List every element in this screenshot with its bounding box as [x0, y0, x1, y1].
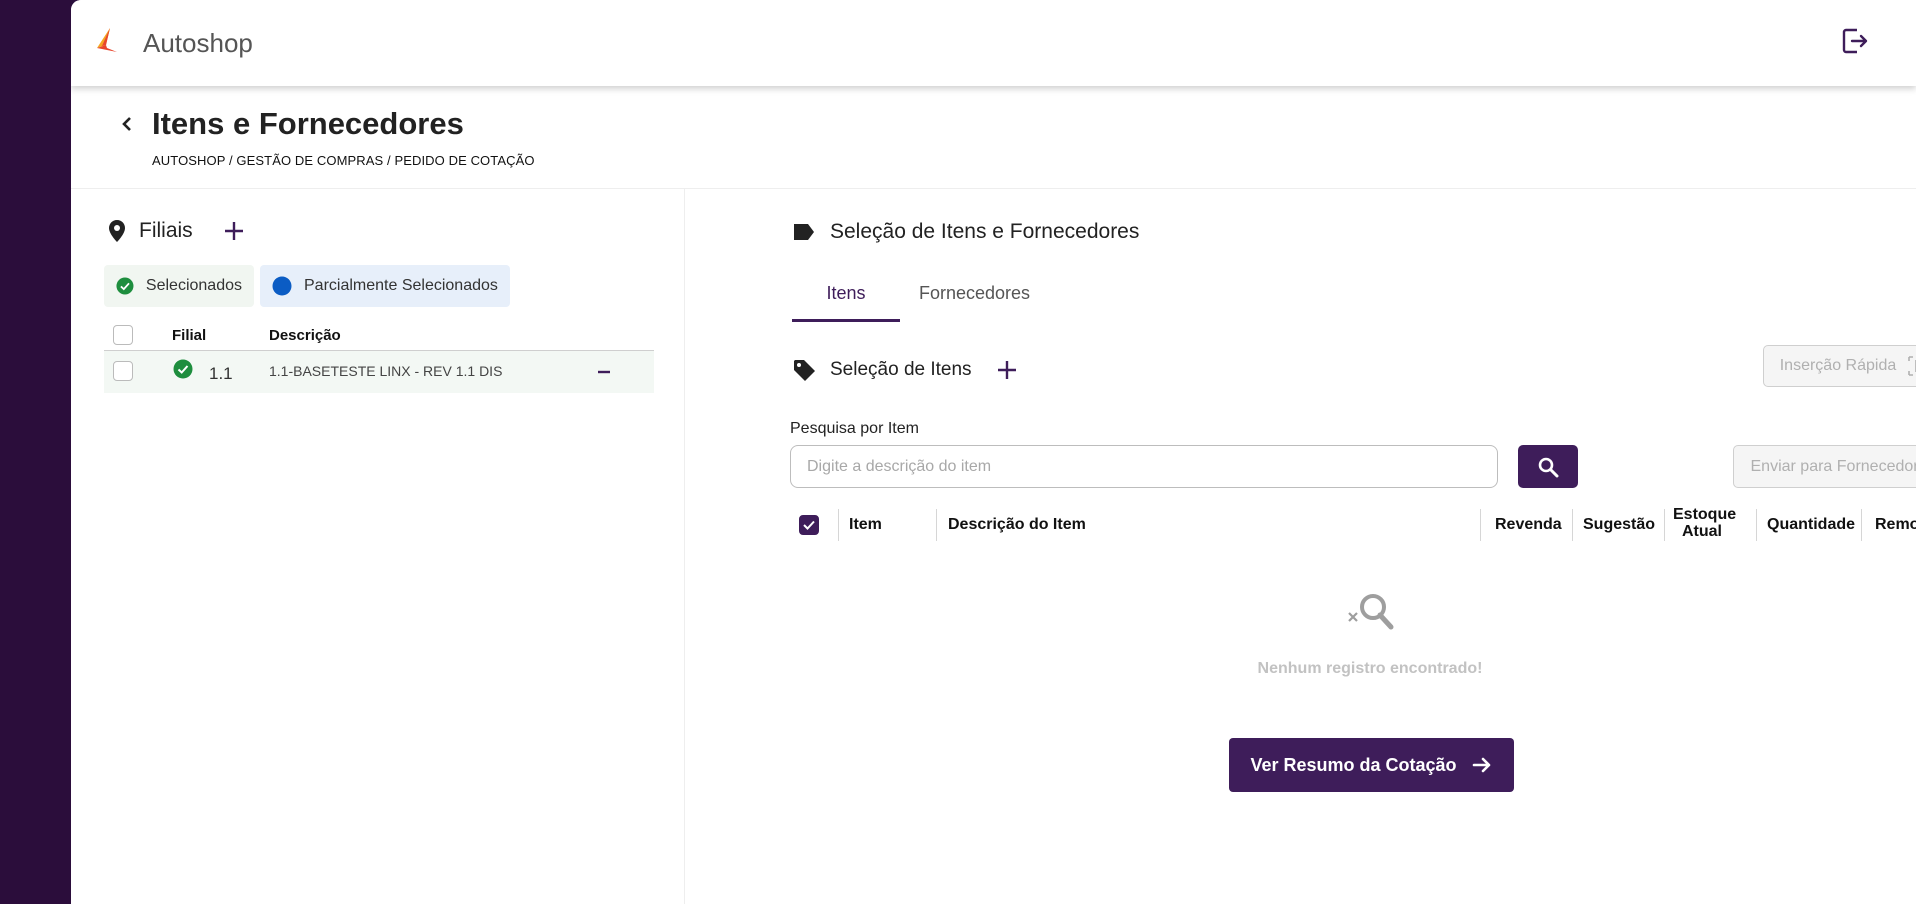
col-descricao: Descrição [269, 327, 341, 344]
column-separator [1756, 509, 1757, 541]
add-filial-icon[interactable] [223, 220, 245, 242]
select-all-items-checkbox[interactable] [799, 515, 819, 535]
app-title: Autoshop [143, 28, 253, 58]
selection-header: Seleção de Itens e Fornecedores [792, 220, 1139, 244]
column-separator [1480, 509, 1481, 541]
location-pin-icon [109, 220, 125, 242]
page-header: Itens e Fornecedores AUTOSHOP / GESTÃO D… [71, 86, 1916, 189]
column-separator [1861, 509, 1862, 541]
search-button[interactable] [1518, 445, 1578, 488]
logout-icon[interactable] [1840, 26, 1870, 56]
col-revenda: Revenda [1495, 516, 1562, 533]
tag-icon [794, 360, 815, 381]
filiais-header: Filiais [107, 219, 245, 243]
top-bar: Autoshop [71, 0, 1916, 86]
tab-itens[interactable]: Itens [792, 283, 900, 304]
column-separator [1664, 509, 1665, 541]
logo-icon [97, 28, 117, 52]
minus-icon[interactable] [596, 364, 612, 380]
back-icon[interactable] [115, 112, 139, 136]
filial-description: 1.1-BASETESTE LINX - REV 1.1 DIS [269, 363, 503, 379]
legend-selected-label: Selecionados [145, 277, 242, 294]
app-window: Autoshop Itens e Fornecedores AUTOSHOP /… [71, 0, 1916, 904]
col-descricao-item: Descrição do Item [948, 516, 1086, 533]
col-sugestao: Sugestão [1583, 516, 1656, 533]
check-circle-icon [116, 277, 134, 295]
tab-fornecedores[interactable]: Fornecedores [919, 283, 1030, 304]
selection-title: Seleção de Itens e Fornecedores [830, 220, 1140, 243]
items-header: Seleção de Itens [792, 358, 1018, 382]
filial-row-checkbox[interactable] [113, 361, 133, 381]
col-remover: Remover [1875, 516, 1916, 533]
quick-insert-button[interactable]: Inserção Rápida [1763, 345, 1916, 387]
select-all-filiais-checkbox[interactable] [113, 325, 133, 345]
view-summary-label: Ver Resumo da Cotação [1250, 754, 1457, 775]
check-circle-icon [173, 359, 193, 379]
selection-panel: Seleção de Itens e Fornecedores Itens Fo… [685, 189, 1916, 904]
search-empty-icon [1348, 594, 1394, 630]
col-quantidade: Quantidade [1767, 516, 1856, 533]
add-item-icon[interactable] [996, 359, 1018, 381]
active-tab-indicator [792, 319, 900, 322]
legend-selected: Selecionados [104, 265, 254, 307]
label-icon [794, 224, 814, 240]
check-icon [803, 520, 815, 530]
column-separator [1572, 509, 1573, 541]
page-title: Itens e Fornecedores [152, 106, 464, 141]
breadcrumb: AUTOSHOP / GESTÃO DE COMPRAS / PEDIDO DE… [152, 153, 535, 168]
col-estoque-line1: Estoque [1673, 506, 1737, 523]
barcode-icon [1908, 356, 1916, 376]
legend-partial: Parcialmente Selecionados [260, 265, 510, 307]
column-separator [936, 509, 937, 541]
arrow-right-icon [1472, 757, 1490, 773]
sidebar-strip [0, 0, 71, 904]
col-filial: Filial [172, 327, 207, 344]
view-summary-button[interactable]: Ver Resumo da Cotação [1229, 738, 1514, 792]
column-separator [838, 509, 839, 541]
search-input[interactable] [790, 445, 1498, 488]
col-item: Item [849, 516, 882, 533]
col-estoque-atual: Estoque Atual [1673, 506, 1737, 540]
legend-partial-label: Parcialmente Selecionados [304, 277, 498, 294]
quick-insert-label: Inserção Rápida [1779, 357, 1897, 374]
filiais-panel: Filiais Selecionados Parcialmente Seleci… [71, 189, 685, 904]
search-label: Pesquisa por Item [790, 420, 919, 437]
table-row[interactable]: 1.1 1.1-BASETESTE LINX - REV 1.1 DIS [104, 351, 654, 393]
send-to-suppliers-button[interactable]: Enviar para Fornecedores [1733, 445, 1916, 488]
send-to-suppliers-label: Enviar para Fornecedores [1750, 457, 1916, 475]
filial-code: 1.1 [209, 364, 233, 383]
items-title: Seleção de Itens [830, 359, 972, 380]
col-estoque-line2: Atual [1682, 523, 1722, 540]
search-icon [1538, 457, 1559, 477]
dot-circle-icon [272, 276, 292, 296]
empty-state-text: Nenhum registro encontrado! [1257, 660, 1483, 677]
filiais-title: Filiais [139, 219, 193, 242]
